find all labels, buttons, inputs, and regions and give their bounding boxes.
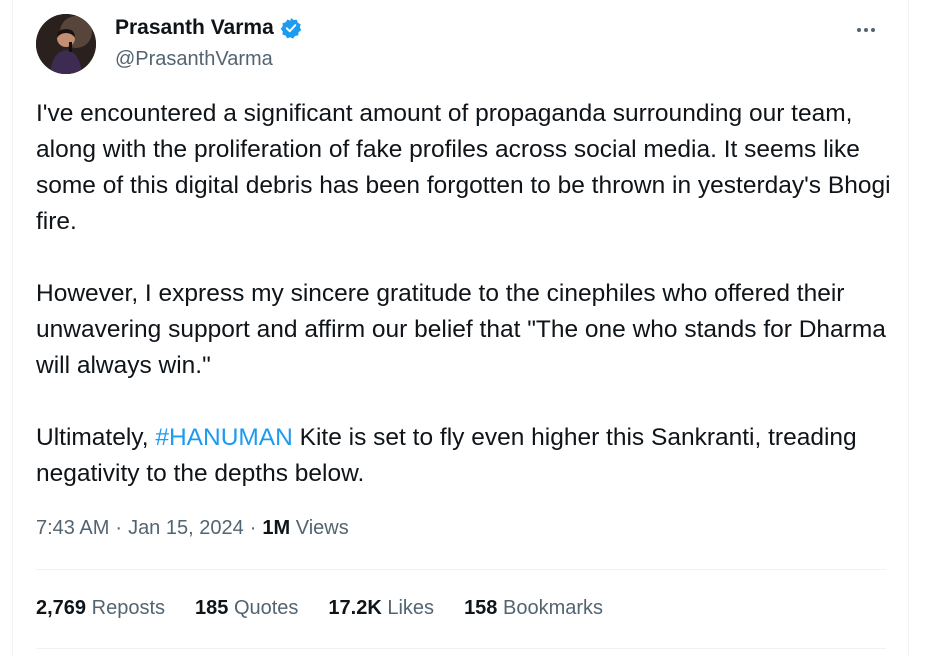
tweet-date[interactable]: Jan 15, 2024 <box>128 517 244 540</box>
quotes-stat[interactable]: 185 Quotes <box>195 597 298 620</box>
hashtag-link[interactable]: #HANUMAN <box>155 424 293 451</box>
tweet-meta: 7:43 AM · Jan 15, 2024 · 1M Views <box>36 517 349 540</box>
author-name-row[interactable]: Prasanth Varma <box>115 16 302 40</box>
quotes-label: Quotes <box>233 597 299 619</box>
tweet-paragraph-3: Ultimately, #HANUMAN Kite is set to fly … <box>36 420 896 492</box>
meta-separator: · <box>115 517 123 539</box>
divider <box>36 569 886 570</box>
author-display-name[interactable]: Prasanth Varma <box>115 16 274 40</box>
tweet-text: I've encountered a significant amount of… <box>36 96 896 528</box>
tweet-time[interactable]: 7:43 AM <box>36 517 109 540</box>
author-handle[interactable]: @PrasanthVarma <box>115 48 273 71</box>
views-label: Views <box>295 517 349 539</box>
likes-label: Likes <box>387 597 435 619</box>
more-horizontal-icon <box>856 19 877 37</box>
reposts-stat[interactable]: 2,769 Reposts <box>36 597 165 620</box>
bookmarks-stat[interactable]: 158 Bookmarks <box>464 597 603 620</box>
tweet-paragraph-2: However, I express my sincere gratitude … <box>36 280 886 379</box>
likes-count: 17.2K <box>328 597 382 619</box>
engagement-stats: 2,769 Reposts 185 Quotes 17.2K Likes 158… <box>36 597 603 620</box>
tweet-text-prefix: Ultimately, <box>36 424 156 451</box>
verified-badge-icon <box>280 17 302 39</box>
bookmarks-count: 158 <box>464 597 498 619</box>
quotes-count: 185 <box>195 597 229 619</box>
avatar[interactable] <box>36 14 96 74</box>
bookmarks-label: Bookmarks <box>503 597 604 619</box>
likes-stat[interactable]: 17.2K Likes <box>328 597 434 620</box>
more-options-button[interactable] <box>849 14 883 42</box>
views-count: 1M <box>262 517 291 539</box>
meta-separator: · <box>249 517 257 539</box>
tweet-paragraph-1: I've encountered a significant amount of… <box>36 100 891 235</box>
reposts-count: 2,769 <box>36 597 87 619</box>
divider <box>36 648 886 649</box>
reposts-label: Reposts <box>91 597 165 619</box>
avatar-image <box>36 14 96 74</box>
